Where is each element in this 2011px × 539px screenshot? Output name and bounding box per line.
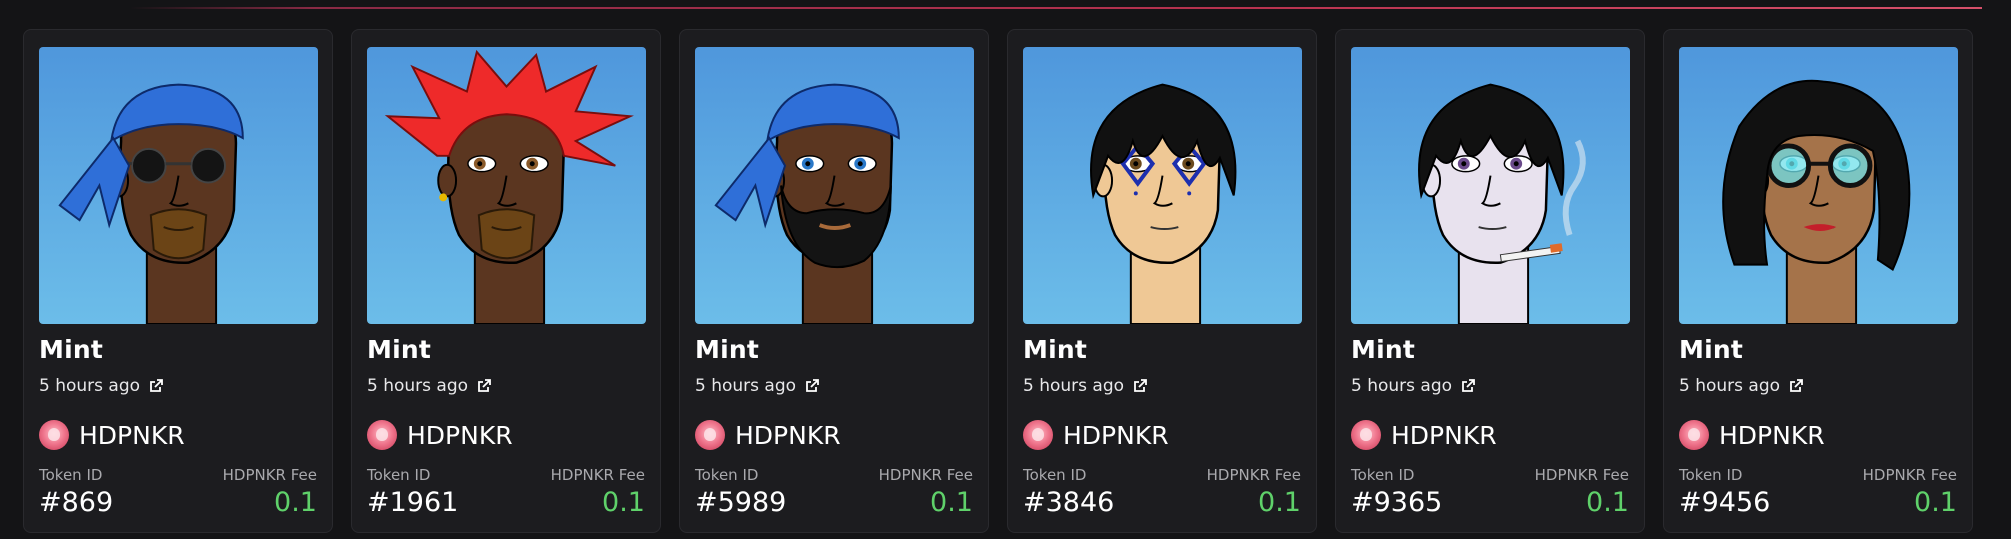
activity-card-list: Mint 5 hours ago HDPNKR Token ID HDPNKR … bbox=[23, 29, 1973, 533]
token-id-label: Token ID bbox=[1351, 466, 1415, 484]
activity-type: Mint bbox=[39, 335, 103, 364]
fee-label: HDPNKR Fee bbox=[1862, 466, 1957, 484]
hdpnkr-logo-icon bbox=[1351, 420, 1381, 450]
collection-name: HDPNKR bbox=[1391, 420, 1497, 450]
token-id-value: #1961 bbox=[367, 487, 459, 518]
collection[interactable]: HDPNKR bbox=[1023, 420, 1169, 450]
collection-name: HDPNKR bbox=[1063, 420, 1169, 450]
collection[interactable]: HDPNKR bbox=[1351, 420, 1497, 450]
nft-avatar-image[interactable] bbox=[1679, 47, 1958, 324]
collection[interactable]: HDPNKR bbox=[695, 420, 841, 450]
fee-label: HDPNKR Fee bbox=[1534, 466, 1629, 484]
activity-card[interactable]: Mint 5 hours ago HDPNKR Token ID HDPNKR … bbox=[23, 29, 333, 533]
external-link-icon[interactable] bbox=[1132, 378, 1148, 394]
activity-card[interactable]: Mint 5 hours ago HDPNKR Token ID HDPNKR … bbox=[1335, 29, 1645, 533]
fee-value: 0.1 bbox=[1258, 487, 1301, 518]
activity-time[interactable]: 5 hours ago bbox=[1351, 376, 1476, 396]
collection-name: HDPNKR bbox=[407, 420, 513, 450]
activity-type: Mint bbox=[695, 335, 759, 364]
activity-time[interactable]: 5 hours ago bbox=[39, 376, 164, 396]
collection-name: HDPNKR bbox=[1719, 420, 1825, 450]
fee-value: 0.1 bbox=[602, 487, 645, 518]
activity-card[interactable]: Mint 5 hours ago HDPNKR Token ID HDPNKR … bbox=[351, 29, 661, 533]
time-text: 5 hours ago bbox=[367, 376, 469, 396]
nft-avatar-image[interactable] bbox=[1023, 47, 1302, 324]
fee-value: 0.1 bbox=[930, 487, 973, 518]
activity-card[interactable]: Mint 5 hours ago HDPNKR Token ID HDPNKR … bbox=[1007, 29, 1317, 533]
fee-value: 0.1 bbox=[274, 487, 317, 518]
fee-label: HDPNKR Fee bbox=[878, 466, 973, 484]
hdpnkr-logo-icon bbox=[1023, 420, 1053, 450]
nft-avatar-image[interactable] bbox=[1351, 47, 1630, 324]
fee-label: HDPNKR Fee bbox=[222, 466, 317, 484]
fee-value: 0.1 bbox=[1914, 487, 1957, 518]
hdpnkr-logo-icon bbox=[1679, 420, 1709, 450]
collection[interactable]: HDPNKR bbox=[39, 420, 185, 450]
external-link-icon[interactable] bbox=[476, 378, 492, 394]
nft-avatar-image[interactable] bbox=[367, 47, 646, 324]
external-link-icon[interactable] bbox=[148, 378, 164, 394]
fee-label: HDPNKR Fee bbox=[550, 466, 645, 484]
activity-card[interactable]: Mint 5 hours ago HDPNKR Token ID HDPNKR … bbox=[679, 29, 989, 533]
collection-name: HDPNKR bbox=[735, 420, 841, 450]
time-text: 5 hours ago bbox=[695, 376, 797, 396]
collection[interactable]: HDPNKR bbox=[1679, 420, 1825, 450]
time-text: 5 hours ago bbox=[39, 376, 141, 396]
nft-avatar-image[interactable] bbox=[695, 47, 974, 324]
hdpnkr-logo-icon bbox=[695, 420, 725, 450]
time-text: 5 hours ago bbox=[1679, 376, 1781, 396]
external-link-icon[interactable] bbox=[1460, 378, 1476, 394]
activity-time[interactable]: 5 hours ago bbox=[367, 376, 492, 396]
hdpnkr-logo-icon bbox=[39, 420, 69, 450]
activity-type: Mint bbox=[1023, 335, 1087, 364]
token-id-label: Token ID bbox=[39, 466, 103, 484]
token-id-label: Token ID bbox=[695, 466, 759, 484]
fee-label: HDPNKR Fee bbox=[1206, 466, 1301, 484]
activity-time[interactable]: 5 hours ago bbox=[1023, 376, 1148, 396]
token-id-value: #5989 bbox=[695, 487, 787, 518]
collection-name: HDPNKR bbox=[79, 420, 185, 450]
activity-time[interactable]: 5 hours ago bbox=[695, 376, 820, 396]
token-id-value: #3846 bbox=[1023, 487, 1115, 518]
fee-value: 0.1 bbox=[1586, 487, 1629, 518]
collection[interactable]: HDPNKR bbox=[367, 420, 513, 450]
external-link-icon[interactable] bbox=[1788, 378, 1804, 394]
token-id-label: Token ID bbox=[1679, 466, 1743, 484]
activity-type: Mint bbox=[367, 335, 431, 364]
token-id-value: #9365 bbox=[1351, 487, 1443, 518]
top-accent-line bbox=[130, 7, 1982, 9]
time-text: 5 hours ago bbox=[1023, 376, 1125, 396]
activity-type: Mint bbox=[1679, 335, 1743, 364]
activity-card[interactable]: Mint 5 hours ago HDPNKR Token ID HDPNKR … bbox=[1663, 29, 1973, 533]
activity-time[interactable]: 5 hours ago bbox=[1679, 376, 1804, 396]
activity-type: Mint bbox=[1351, 335, 1415, 364]
external-link-icon[interactable] bbox=[804, 378, 820, 394]
nft-avatar-image[interactable] bbox=[39, 47, 318, 324]
token-id-value: #869 bbox=[39, 487, 114, 518]
time-text: 5 hours ago bbox=[1351, 376, 1453, 396]
hdpnkr-logo-icon bbox=[367, 420, 397, 450]
token-id-label: Token ID bbox=[1023, 466, 1087, 484]
token-id-label: Token ID bbox=[367, 466, 431, 484]
token-id-value: #9456 bbox=[1679, 487, 1771, 518]
